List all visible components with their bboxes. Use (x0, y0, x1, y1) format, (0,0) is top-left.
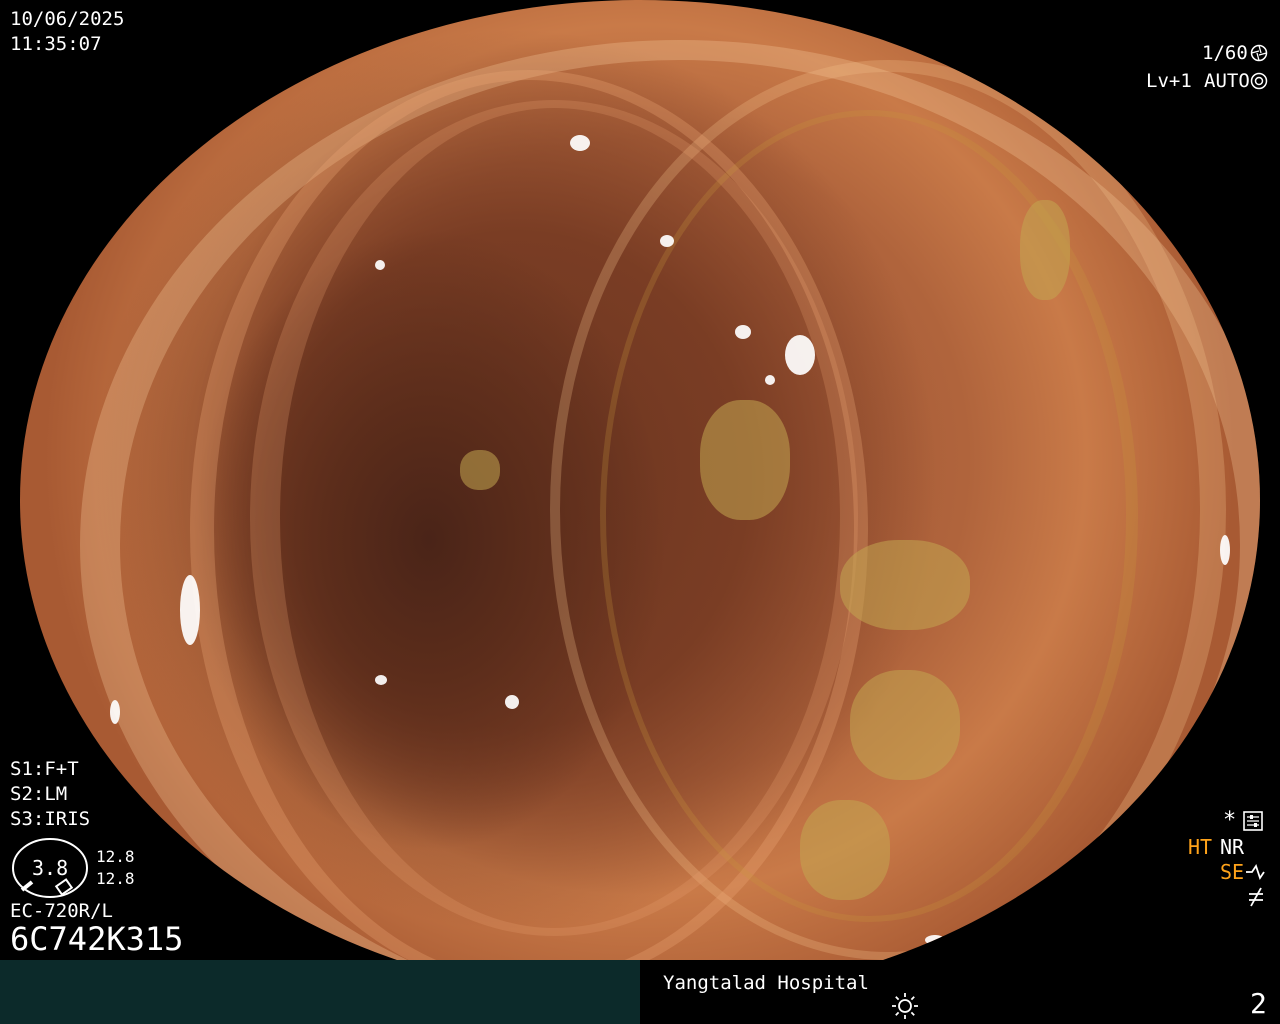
s2-setting: S2:LM (10, 783, 67, 805)
specular-highlight (180, 575, 200, 645)
footer-right-panel: Yangtalad Hospital 2 (640, 960, 1280, 1024)
residue-patch (460, 450, 500, 490)
specular-highlight (735, 325, 751, 339)
s3-label: S3: (10, 808, 45, 830)
s1-setting: S1:F+T (10, 758, 79, 780)
s2-value: LM (44, 783, 68, 805)
specular-highlight (570, 135, 590, 151)
s3-value: IRIS (44, 808, 91, 830)
specular-highlight (765, 375, 775, 385)
exposure-mode: AUTO (1204, 70, 1250, 92)
specular-highlight (505, 695, 519, 709)
residue-patch (700, 400, 790, 520)
residue-patch (800, 800, 890, 900)
settings-icon (1243, 811, 1263, 831)
endoscopic-image (20, 0, 1260, 960)
gauge-lower: 12.8 (96, 869, 135, 888)
enhancement-level: Lv+1 (1146, 70, 1192, 92)
specular-highlight (1220, 535, 1230, 565)
footer-bar: Yangtalad Hospital 2 (0, 960, 1280, 1024)
s1-value: F+T (44, 758, 79, 780)
specular-highlight (375, 260, 385, 270)
hospital-name: Yangtalad Hospital (663, 972, 869, 994)
footer-left-panel (0, 960, 640, 1024)
specular-highlight (110, 700, 120, 724)
specular-highlight (660, 235, 674, 247)
endoscope-viewer (0, 0, 1280, 960)
gauge-value: 3.8 (32, 856, 69, 880)
shutter-icon (1250, 44, 1268, 62)
gauge-upper: 12.8 (96, 847, 135, 866)
brightness-icon (892, 993, 918, 1019)
specular-highlight (375, 675, 387, 685)
exam-time: 11:35:07 (10, 33, 102, 55)
s3-setting: S3:IRIS (10, 808, 90, 830)
auto-exposure-icon (1250, 72, 1268, 90)
s2-label: S2: (10, 783, 45, 805)
scope-model: EC-720R/L (10, 900, 113, 922)
residue-patch (840, 540, 970, 630)
exam-date: 10/06/2025 (10, 8, 125, 30)
page-number: 2 (1250, 987, 1267, 1020)
shutter-speed: 1/60 (1202, 42, 1248, 64)
specular-highlight (925, 935, 945, 945)
star-indicator: * (1223, 808, 1237, 833)
residue-patch (850, 670, 960, 780)
se-indicator: SE (1220, 860, 1245, 884)
ht-indicator: HT (1188, 835, 1213, 859)
specular-highlight (785, 335, 815, 375)
residue-patch (1020, 200, 1070, 300)
flash-off-icon (1249, 887, 1263, 907)
scope-serial: 6C742K315 (10, 920, 184, 958)
s1-label: S1: (10, 758, 45, 780)
scope-signal-icon (1246, 863, 1265, 881)
nr-indicator: NR (1220, 835, 1245, 859)
